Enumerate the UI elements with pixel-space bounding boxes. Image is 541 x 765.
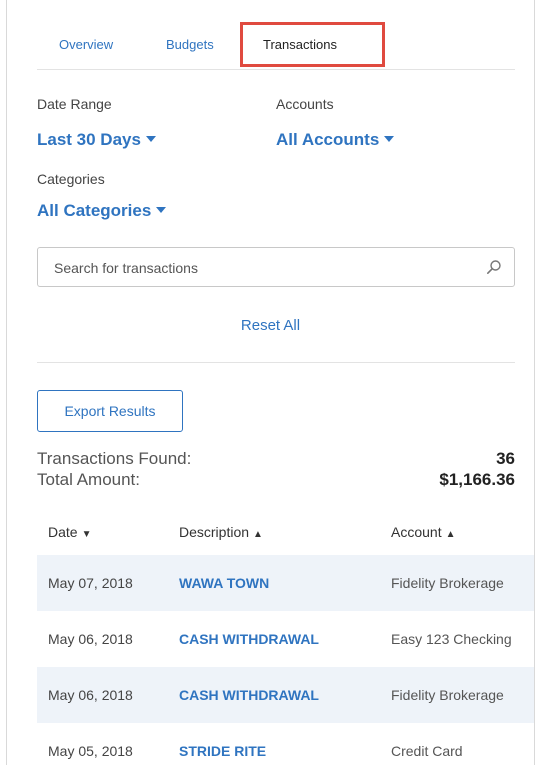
active-tab-highlight — [240, 22, 385, 67]
tab-overview[interactable]: Overview — [59, 24, 113, 68]
categories-label: Categories — [37, 171, 105, 187]
transactions-panel: Overview Budgets Transactions Date Range… — [6, 0, 535, 765]
row-description-link[interactable]: WAWA TOWN — [179, 555, 269, 611]
row-description-link[interactable]: STRIDE RITE — [179, 723, 266, 765]
column-header-description[interactable]: Description ▲ — [179, 524, 263, 540]
accounts-label: Accounts — [276, 96, 334, 112]
row-account: Fidelity Brokerage — [391, 575, 504, 591]
column-header-date[interactable]: Date ▼ — [48, 524, 91, 540]
table-row[interactable]: May 07, 2018 WAWA TOWN Fidelity Brokerag… — [37, 555, 534, 611]
row-description-link[interactable]: CASH WITHDRAWAL — [179, 611, 319, 667]
row-date: May 05, 2018 — [48, 743, 133, 759]
date-range-label: Date Range — [37, 96, 112, 112]
tab-budgets[interactable]: Budgets — [166, 24, 214, 68]
table-row[interactable]: May 05, 2018 STRIDE RITE Credit Card — [37, 723, 534, 765]
accounts-dropdown[interactable]: All Accounts — [276, 130, 395, 150]
categories-value: All Categories — [37, 201, 152, 220]
row-date: May 06, 2018 — [48, 631, 133, 647]
caret-down-icon — [156, 206, 167, 213]
column-header-label: Description — [179, 524, 250, 540]
table-row[interactable]: May 06, 2018 CASH WITHDRAWAL Easy 123 Ch… — [37, 611, 534, 667]
caret-down-icon — [384, 135, 395, 142]
row-account: Credit Card — [391, 743, 463, 759]
transactions-found-value: 36 — [496, 449, 515, 468]
sort-asc-icon: ▲ — [253, 529, 263, 540]
total-amount-label: Total Amount: — [37, 470, 141, 489]
date-range-dropdown[interactable]: Last 30 Days — [37, 130, 156, 150]
accounts-value: All Accounts — [276, 130, 380, 149]
caret-down-icon — [145, 135, 156, 142]
column-header-label: Account — [391, 524, 442, 540]
divider — [37, 362, 515, 363]
row-date: May 06, 2018 — [48, 687, 133, 703]
search-box — [37, 247, 515, 288]
sort-desc-icon: ▼ — [81, 529, 92, 540]
export-results-button[interactable]: Export Results — [37, 390, 183, 432]
row-account: Fidelity Brokerage — [391, 687, 504, 703]
table-row[interactable]: May 06, 2018 CASH WITHDRAWAL Fidelity Br… — [37, 667, 534, 723]
date-range-value: Last 30 Days — [37, 130, 141, 149]
row-account: Easy 123 Checking — [391, 631, 512, 647]
transactions-found-label: Transactions Found: — [37, 449, 192, 468]
column-header-label: Date — [48, 524, 78, 540]
sort-asc-icon: ▲ — [445, 529, 456, 540]
row-date: May 07, 2018 — [48, 575, 133, 591]
search-icon[interactable] — [486, 259, 502, 275]
row-description-link[interactable]: CASH WITHDRAWAL — [179, 667, 319, 723]
total-amount-value: $1,166.36 — [439, 470, 515, 489]
search-input[interactable] — [52, 248, 476, 288]
categories-dropdown[interactable]: All Categories — [37, 201, 167, 221]
column-header-account[interactable]: Account ▲ — [391, 524, 456, 540]
reset-all-link[interactable]: Reset All — [7, 317, 534, 334]
